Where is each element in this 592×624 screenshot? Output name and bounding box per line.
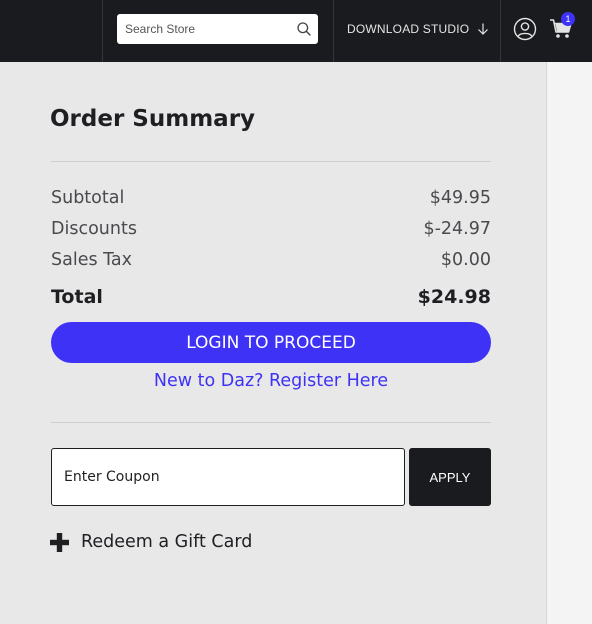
- register-link[interactable]: New to Daz? Register Here: [51, 371, 491, 391]
- sales-tax-row: Sales Tax $0.00: [51, 250, 491, 270]
- sales-tax-label: Sales Tax: [51, 250, 133, 270]
- divider: [51, 161, 491, 162]
- total-value: $24.98: [417, 286, 491, 308]
- divider: [51, 422, 491, 423]
- arrow-down-icon: [478, 23, 489, 35]
- search-input[interactable]: [117, 14, 292, 44]
- subtotal-value: $49.95: [429, 188, 491, 208]
- redeem-gift-card-label: Redeem a Gift Card: [81, 532, 253, 552]
- page-title: Order Summary: [50, 106, 256, 132]
- side-panel: [546, 62, 592, 624]
- search-box[interactable]: [117, 14, 318, 44]
- account-icon[interactable]: [513, 17, 537, 41]
- redeem-gift-card-link[interactable]: Redeem a Gift Card: [50, 532, 252, 552]
- nav-divider: [333, 0, 334, 62]
- subtotal-label: Subtotal: [51, 188, 125, 208]
- discounts-label: Discounts: [51, 219, 137, 239]
- order-summary-panel: Order Summary Subtotal $49.95 Discounts …: [0, 62, 546, 624]
- nav-divider: [102, 0, 103, 62]
- cart-count-badge: 1: [561, 12, 575, 26]
- coupon-input[interactable]: [51, 448, 405, 506]
- download-studio-label: DOWNLOAD STUDIO: [347, 22, 470, 36]
- plus-icon: [50, 532, 69, 552]
- apply-coupon-button[interactable]: APPLY: [409, 448, 491, 506]
- top-navigation-bar: DOWNLOAD STUDIO 1: [0, 0, 592, 62]
- subtotal-row: Subtotal $49.95: [51, 188, 491, 208]
- download-studio-menu[interactable]: DOWNLOAD STUDIO: [347, 18, 490, 40]
- discounts-value: $-24.97: [423, 219, 491, 239]
- total-label: Total: [51, 286, 103, 308]
- sales-tax-value: $0.00: [440, 250, 491, 270]
- search-icon[interactable]: [296, 21, 312, 37]
- nav-divider: [500, 0, 501, 62]
- discounts-row: Discounts $-24.97: [51, 219, 491, 239]
- total-row: Total $24.98: [51, 286, 491, 308]
- login-to-proceed-button[interactable]: LOGIN TO PROCEED: [51, 322, 491, 363]
